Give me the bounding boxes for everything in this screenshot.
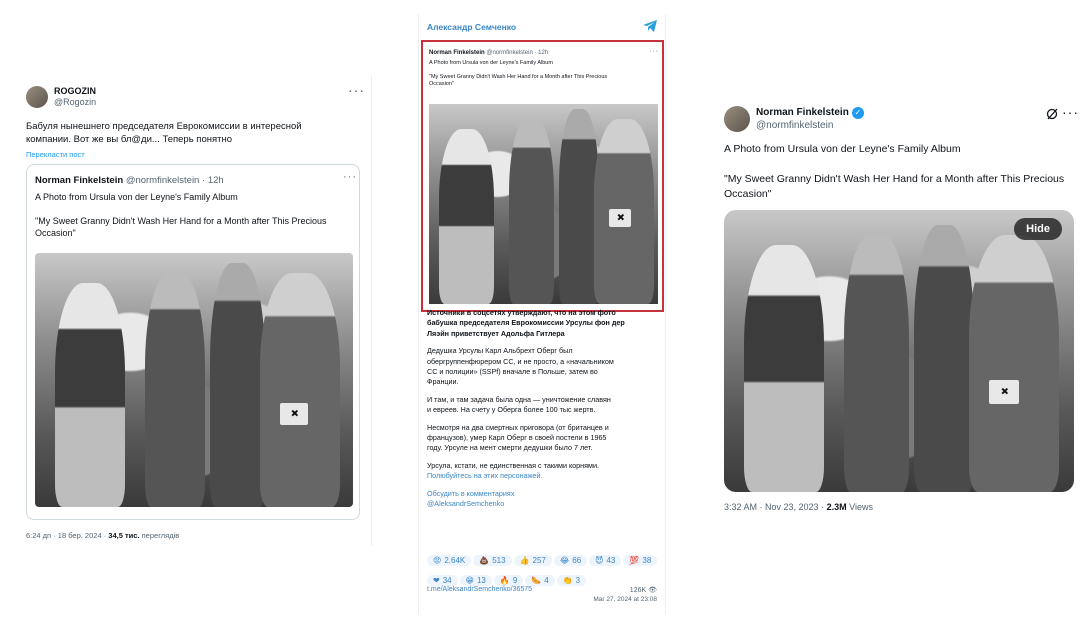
reaction-count: 13	[476, 576, 486, 585]
finkelstein-tweet: Norman Finkelstein ✓ @normfinkelstein ··…	[716, 92, 1078, 532]
reaction-emoji-icon: 🔥	[499, 576, 510, 585]
reaction-emoji-icon: ❤	[433, 576, 440, 585]
officer-figure	[914, 225, 974, 492]
post-text: Источники в соцсетях утверждают, что на …	[427, 308, 663, 510]
reaction-chip[interactable]: 🌭 4	[525, 575, 555, 586]
armband	[280, 403, 308, 425]
quoted-handle: @normfinkelstein	[125, 175, 200, 186]
officer-figure	[145, 273, 205, 507]
woman-figure	[439, 129, 494, 304]
channel-name[interactable]: Александр Семченко	[427, 22, 516, 32]
reaction-count: 9	[512, 576, 518, 585]
reaction-count: 38	[642, 556, 652, 565]
officer-figure	[260, 273, 340, 507]
rogozin-tweet: ROGOZIN @Rogozin ··· Бабуля нынешнего пр…	[14, 76, 372, 546]
reaction-emoji-icon: 💩	[479, 556, 490, 565]
post-date: Mar 27, 2024 at 23:08	[593, 596, 657, 603]
handle-link[interactable]: @AleksandrSemchenko	[427, 499, 663, 509]
reaction-emoji-icon: 😁	[465, 576, 474, 585]
author-name[interactable]: Norman Finkelstein	[756, 106, 849, 119]
woman-figure	[55, 283, 125, 507]
reaction-chip[interactable]: 👏 3	[556, 575, 587, 586]
tweet-footer: 3:32 AM · Nov 23, 2023 · 2.3M Views	[724, 502, 873, 512]
translate-link[interactable]: Перекласти пост	[26, 150, 85, 159]
tweet-body: Бабуля нынешнего председателя Еврокомисс…	[26, 121, 302, 145]
reaction-chip[interactable]: 👍 257	[513, 555, 552, 566]
author-name[interactable]: ROGOZIN	[54, 86, 96, 97]
reaction-count: 66	[572, 556, 582, 565]
quoted-name: Norman Finkelstein	[35, 175, 124, 186]
characters-link[interactable]: Полюбуйтесь на этих персонажей.	[427, 471, 663, 481]
officer-figure	[559, 109, 599, 304]
grok-icon[interactable]	[1046, 108, 1058, 120]
quoted-text: A Photo from Ursula von der Leyne's Fami…	[35, 192, 327, 238]
discuss-link[interactable]: Обсудить в комментариях	[427, 489, 663, 499]
reaction-count: 3	[575, 576, 581, 585]
reaction-emoji-icon: 😂	[559, 556, 570, 565]
reaction-emoji-icon: 😡	[433, 556, 442, 565]
reaction-count: 513	[492, 556, 506, 565]
reaction-chip[interactable]: 😁 13	[459, 575, 492, 586]
quoted-time: 12h	[207, 175, 224, 186]
tweet-footer: 6:24 дп · 18 бер. 2024 · 34,5 тис. перег…	[26, 531, 180, 540]
avatar[interactable]	[26, 86, 48, 108]
woman-figure	[744, 245, 824, 492]
reaction-chip[interactable]: 🔥 9	[493, 575, 524, 586]
tweet-text: A Photo from Ursula von der Leyne's Fami…	[724, 143, 1065, 200]
reaction-emoji-icon: 👍	[519, 556, 530, 565]
officer-figure	[844, 235, 909, 492]
historic-photo[interactable]: Hide	[724, 210, 1074, 492]
quoted-handle: @normfinkelstein · 12h	[486, 50, 549, 56]
author-handle[interactable]: @normfinkelstein	[756, 119, 864, 132]
reactions: 😡 2.64K 💩 513 👍 257 😂 66 😈 43 💯 38 ❤ 34 😁 13 🔥 9 🌭 4 👏 3	[427, 550, 663, 590]
historic-photo[interactable]	[429, 104, 658, 304]
telegram-icon[interactable]	[643, 20, 657, 32]
reaction-chip[interactable]: 💩 513	[473, 555, 512, 566]
reaction-count: 257	[532, 556, 546, 565]
author-handle[interactable]: @Rogozin	[54, 97, 96, 108]
quoted-text: A Photo from Ursula von der Leyne's Fami…	[429, 60, 608, 87]
telegram-post: Александр Семченко Norman Finkelstein @n…	[418, 14, 666, 614]
reaction-count: 34	[442, 576, 452, 585]
more-icon[interactable]: ···	[343, 171, 357, 183]
highlight-frame: Norman Finkelstein @normfinkelstein · 12…	[421, 40, 664, 312]
quoted-tweet[interactable]: Norman Finkelstein @normfinkelstein · 12…	[26, 164, 360, 520]
more-icon[interactable]: ···	[348, 82, 365, 98]
reaction-emoji-icon: 💯	[629, 556, 640, 565]
reaction-chip[interactable]: 😈 43	[589, 555, 622, 566]
quoted-name: Norman Finkelstein	[429, 50, 485, 56]
officer-figure	[210, 263, 265, 507]
post-views: 126K 👁	[629, 587, 657, 594]
post-link[interactable]: t.me/AleksandrSemchenko/36575	[427, 586, 532, 593]
reaction-chip[interactable]: ❤ 34	[427, 575, 458, 586]
officer-figure	[509, 119, 554, 304]
reaction-count: 43	[606, 556, 616, 565]
verified-badge-icon: ✓	[851, 106, 864, 119]
historic-photo[interactable]	[35, 253, 353, 507]
eye-icon: 👁	[648, 587, 657, 594]
reaction-chip[interactable]: 💯 38	[623, 555, 658, 566]
reaction-chip[interactable]: 😡 2.64K	[427, 555, 472, 566]
reaction-count: 4	[544, 576, 549, 585]
reaction-count: 2.64K	[444, 556, 466, 565]
reaction-chip[interactable]: 😂 66	[553, 555, 588, 566]
reaction-emoji-icon: 👏	[562, 576, 573, 585]
reaction-emoji-icon: 😈	[595, 556, 604, 565]
reaction-emoji-icon: 🌭	[531, 576, 542, 585]
armband	[609, 209, 631, 227]
avatar[interactable]	[724, 106, 750, 132]
armband	[989, 380, 1019, 404]
hide-button[interactable]: Hide	[1014, 218, 1062, 240]
more-icon[interactable]: ···	[1062, 104, 1079, 120]
officer-figure	[969, 235, 1059, 492]
more-icon: ···	[649, 48, 659, 55]
